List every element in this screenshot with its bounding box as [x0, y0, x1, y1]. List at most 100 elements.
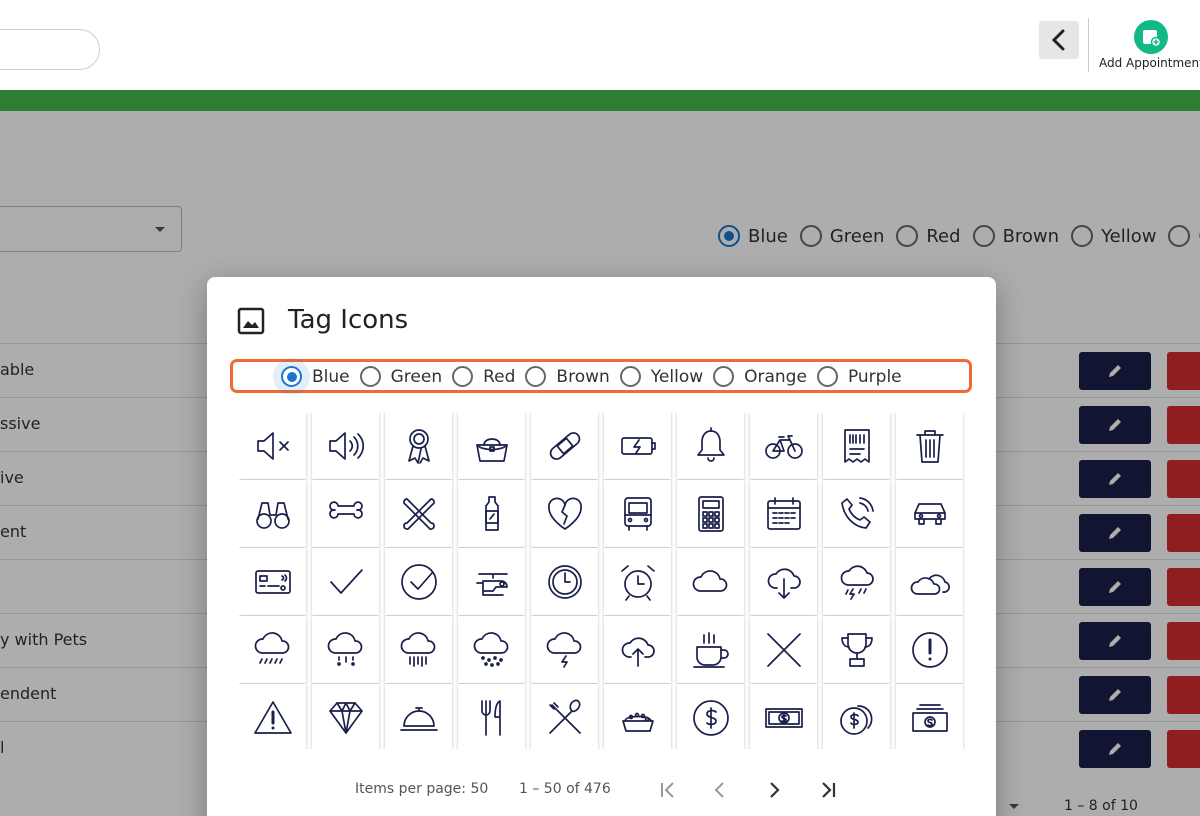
icon-tile[interactable]	[239, 480, 306, 547]
radio-purple[interactable]: Purple	[816, 366, 902, 387]
icon-pager: Items per page: 50 1 – 50 of 476	[207, 781, 996, 811]
icon-tile[interactable]	[750, 412, 817, 479]
radio-label: Purple	[847, 366, 902, 387]
first-page-button[interactable]	[655, 777, 681, 803]
icon-tile[interactable]	[823, 548, 890, 615]
radio-label: Brown	[556, 366, 610, 387]
bell-icon	[696, 426, 725, 462]
radio-yellow[interactable]: Yellow	[619, 366, 703, 387]
cloud-sleet-icon	[327, 631, 362, 666]
icon-tile[interactable]	[677, 412, 744, 479]
bottle-icon	[484, 495, 499, 531]
icon-tile[interactable]	[677, 480, 744, 547]
icon-tile[interactable]	[385, 548, 452, 615]
cloud-lightning-rain-icon	[840, 564, 874, 600]
dollar-coins-icon	[839, 704, 872, 735]
icon-tile[interactable]	[385, 684, 452, 749]
icon-tile[interactable]	[458, 684, 525, 749]
items-per-page: Items per page: 50	[355, 781, 489, 797]
icon-tile[interactable]	[677, 684, 744, 749]
icon-tile[interactable]	[531, 412, 598, 479]
icon-tile[interactable]	[239, 548, 306, 615]
icon-tile[interactable]	[312, 480, 379, 547]
coffee-cup-icon	[692, 631, 729, 668]
radio-orange[interactable]: Orange	[713, 366, 807, 387]
header-accent-bar	[0, 90, 1200, 111]
radio-label: Red	[483, 366, 516, 387]
icon-tile[interactable]	[896, 684, 963, 749]
icon-tile[interactable]	[604, 412, 671, 479]
credit-card-icon	[254, 569, 291, 594]
icon-tile[interactable]	[458, 548, 525, 615]
icon-tile[interactable]	[677, 548, 744, 615]
icon-tile[interactable]	[385, 480, 452, 547]
icon-tile[interactable]	[750, 616, 817, 683]
icon-tile[interactable]	[604, 684, 671, 749]
pager-range: 1 – 50 of 476	[519, 781, 611, 797]
icon-tile[interactable]	[896, 480, 963, 547]
last-page-button[interactable]	[815, 777, 841, 803]
radio-button[interactable]	[359, 366, 381, 387]
cloud-heavy-rain-icon	[400, 631, 435, 667]
icon-tile[interactable]	[531, 684, 598, 749]
dialog-title: Tag Icons	[288, 305, 409, 335]
trophy-icon	[840, 632, 873, 667]
icon-tile[interactable]	[823, 616, 890, 683]
car-icon	[913, 502, 946, 525]
icon-tile[interactable]	[750, 684, 817, 749]
alarm-clock-icon	[620, 564, 655, 601]
icon-tile[interactable]	[896, 412, 963, 479]
icon-tile[interactable]	[458, 616, 525, 683]
icon-tile[interactable]	[604, 616, 671, 683]
icon-tile[interactable]	[239, 684, 306, 749]
trash-icon	[915, 429, 944, 463]
radio-button[interactable]	[619, 366, 641, 387]
icon-tile[interactable]	[312, 616, 379, 683]
icon-tile[interactable]	[604, 480, 671, 547]
radio-blue[interactable]: Blue	[281, 366, 350, 387]
previous-page-button[interactable]	[707, 777, 733, 803]
radio-button[interactable]	[281, 366, 302, 387]
search-input[interactable]	[0, 29, 100, 70]
icon-tile[interactable]	[531, 480, 598, 547]
icon-tile[interactable]	[239, 412, 306, 479]
radio-brown[interactable]: Brown	[525, 366, 610, 387]
back-button[interactable]	[1039, 21, 1079, 59]
icon-tile[interactable]	[823, 480, 890, 547]
icon-tile[interactable]	[312, 412, 379, 479]
icon-tile[interactable]	[312, 548, 379, 615]
radio-button[interactable]	[452, 366, 474, 387]
tag-icons-dialog: Tag Icons Blue Green Red Brown Yellow Orange P…	[207, 277, 996, 816]
radio-button[interactable]	[816, 366, 838, 387]
speaker-loud-icon	[328, 431, 364, 460]
icon-tile[interactable]	[531, 548, 598, 615]
icon-grid	[239, 412, 965, 749]
radio-red[interactable]: Red	[452, 366, 515, 387]
icon-tile[interactable]	[677, 616, 744, 683]
icon-tile[interactable]	[312, 684, 379, 749]
icon-tile[interactable]	[750, 480, 817, 547]
icon-tile[interactable]	[385, 616, 452, 683]
icon-tile[interactable]	[458, 480, 525, 547]
icon-tile[interactable]	[604, 548, 671, 615]
award-ribbon-icon	[407, 428, 430, 464]
radio-button[interactable]	[525, 366, 547, 387]
icon-tile[interactable]	[239, 616, 306, 683]
icon-tile[interactable]	[385, 412, 452, 479]
next-page-button[interactable]	[761, 777, 787, 803]
icon-tile[interactable]	[896, 548, 963, 615]
icon-tile[interactable]	[896, 616, 963, 683]
icon-tile[interactable]	[458, 412, 525, 479]
icon-tile[interactable]	[750, 548, 817, 615]
cloud-upload-icon	[621, 636, 655, 667]
money-stack-icon	[911, 703, 948, 732]
radio-green[interactable]: Green	[359, 366, 442, 387]
icon-tile[interactable]	[531, 616, 598, 683]
first-page-icon	[661, 782, 674, 798]
bicycle-icon	[764, 434, 803, 459]
radio-label: Orange	[744, 366, 807, 387]
icon-tile[interactable]	[823, 684, 890, 749]
bandage-icon	[549, 431, 580, 460]
radio-button[interactable]	[713, 366, 735, 387]
icon-tile[interactable]	[823, 412, 890, 479]
